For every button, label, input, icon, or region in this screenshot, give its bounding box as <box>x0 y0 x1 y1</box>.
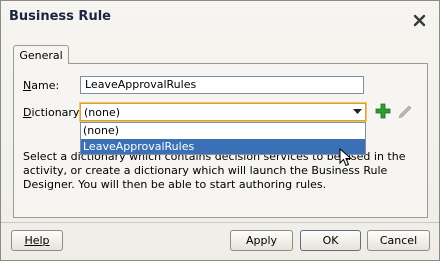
chevron-down-icon <box>352 109 362 114</box>
help-button[interactable]: Help <box>11 230 63 251</box>
close-button[interactable] <box>410 11 428 29</box>
name-field[interactable]: LeaveApprovalRules <box>80 76 364 94</box>
dropdown-option-none[interactable]: (none) <box>81 123 365 138</box>
apply-button-label: Apply <box>245 234 278 247</box>
dictionary-selected-value: (none) <box>84 106 121 119</box>
ok-button[interactable]: OK <box>300 230 361 251</box>
apply-button[interactable]: Apply <box>230 230 293 251</box>
ok-button-label: OK <box>322 234 339 247</box>
pencil-icon <box>398 105 412 119</box>
dialog-title: Business Rule <box>9 9 111 24</box>
dictionary-select[interactable]: (none) <box>80 103 366 121</box>
cancel-button-label: Cancel <box>379 234 418 247</box>
tab-general[interactable]: General <box>13 45 69 64</box>
tab-general-label: General <box>19 48 63 62</box>
close-icon <box>413 14 425 26</box>
dropdown-arrow[interactable] <box>349 104 365 120</box>
name-label: Name: <box>23 79 60 92</box>
dropdown-option-leave-approval-rules[interactable]: LeaveApprovalRules <box>81 139 365 154</box>
business-rule-dialog: Business Rule General Name: LeaveApprova… <box>0 0 440 261</box>
dictionary-dropdown-list: (none) LeaveApprovalRules <box>80 122 366 155</box>
add-dictionary-button[interactable] <box>375 103 391 119</box>
separator <box>1 222 439 223</box>
mouse-cursor-icon <box>339 148 353 167</box>
help-button-label: Help <box>24 234 50 247</box>
dictionary-label: Dictionary: <box>23 106 83 119</box>
cancel-button[interactable]: Cancel <box>367 230 430 251</box>
edit-dictionary-button[interactable] <box>397 102 413 119</box>
help-description: Select a dictionary which contains decis… <box>23 150 406 191</box>
add-icon <box>375 103 391 119</box>
